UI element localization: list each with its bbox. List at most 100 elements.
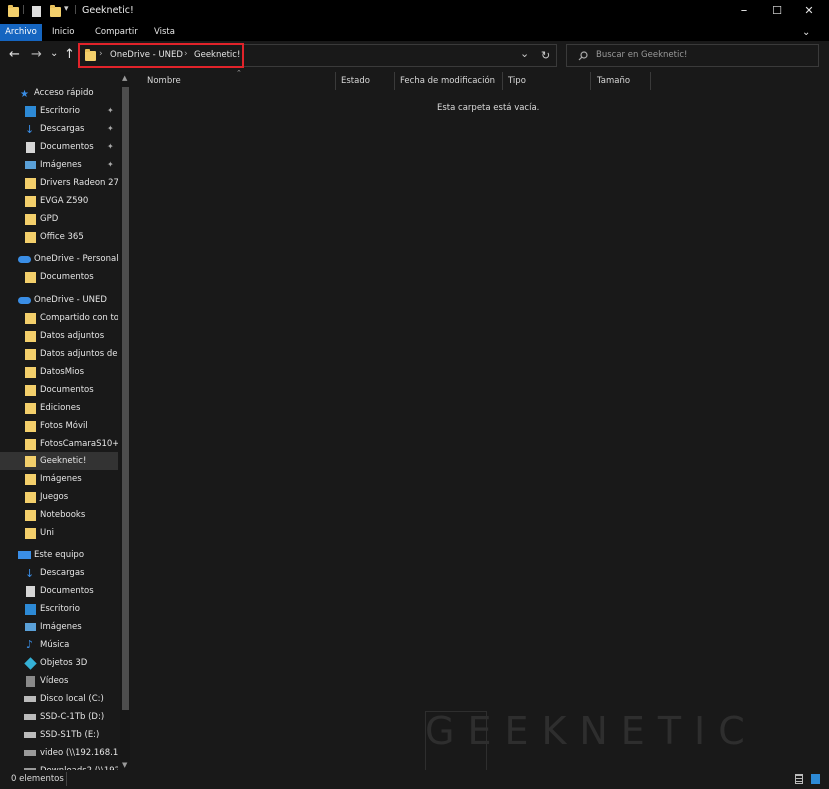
star-icon: ★	[20, 89, 29, 100]
column-separator[interactable]	[650, 72, 651, 90]
sidebar-item-pc-videos[interactable]: Vídeos	[0, 672, 118, 690]
sort-ascending-icon: ⌃	[236, 69, 242, 77]
status-bar	[0, 770, 829, 789]
pin-icon: ✦	[107, 160, 114, 169]
sidebar-item-disco-d[interactable]: SSD-C-1Tb (D:)	[0, 708, 118, 726]
folder-icon	[25, 456, 36, 467]
forward-button[interactable]: →	[31, 47, 42, 63]
video-icon	[26, 676, 35, 687]
network-drive-icon	[24, 750, 36, 756]
address-dropdown-icon[interactable]: ⌄	[520, 47, 529, 60]
folder-icon	[25, 331, 36, 342]
tab-compartir[interactable]: Compartir	[95, 24, 138, 41]
sidebar-item-compartido[interactable]: Compartido con tod	[0, 309, 118, 327]
sidebar-item-pc-imagenes[interactable]: Imágenes	[0, 618, 118, 636]
scroll-down-icon[interactable]: ▼	[122, 761, 127, 769]
sidebar-item-datosmios[interactable]: DatosMios	[0, 363, 118, 381]
pin-icon: ✦	[107, 142, 114, 151]
sidebar-item-imagenes[interactable]: Imágenes ✦	[0, 156, 118, 174]
folder-icon	[25, 528, 36, 539]
up-button[interactable]: ↑	[64, 47, 75, 63]
sidebar-item-documentos[interactable]: Documentos ✦	[0, 138, 118, 156]
expand-ribbon-icon[interactable]: ⌄	[802, 24, 810, 41]
tab-archivo[interactable]: Archivo	[0, 24, 42, 41]
sidebar-item-fotos-movil[interactable]: Fotos Móvil	[0, 417, 118, 435]
sidebar-item-disco-e[interactable]: SSD-S1Tb (E:)	[0, 726, 118, 744]
sidebar-item-juegos[interactable]: Juegos	[0, 488, 118, 506]
column-header-fecha[interactable]: Fecha de modificación	[400, 76, 495, 86]
folder-icon	[25, 367, 36, 378]
drive-icon	[24, 732, 36, 738]
refresh-icon[interactable]: ↻	[541, 49, 550, 62]
sidebar-item-fotoscamara[interactable]: FotosCamaraS10+	[0, 435, 118, 453]
folder-icon	[25, 214, 36, 225]
new-folder-icon[interactable]	[50, 5, 61, 17]
sidebar-item-evga[interactable]: EVGA Z590	[0, 192, 118, 210]
address-highlight-box	[78, 43, 244, 68]
column-separator[interactable]	[590, 72, 591, 90]
sidebar-item-datos-adjuntos[interactable]: Datos adjuntos	[0, 327, 118, 345]
column-separator[interactable]	[502, 72, 503, 90]
search-box[interactable]: Buscar en Geeknetic!	[566, 44, 819, 67]
sidebar-item-quick-access[interactable]: ★ Acceso rápido	[0, 84, 118, 102]
sidebar-item-pc-descargas[interactable]: ↓ Descargas	[0, 564, 118, 582]
sidebar-item-pc-escritorio[interactable]: Escritorio	[0, 600, 118, 618]
minimize-button[interactable]: –	[728, 0, 760, 24]
large-icons-view-icon[interactable]	[811, 774, 820, 784]
sidebar-item-escritorio[interactable]: Escritorio ✦	[0, 102, 118, 120]
sidebar-item-documentos-personal[interactable]: Documentos	[0, 268, 118, 286]
sidebar-item-este-equipo[interactable]: Este equipo	[0, 546, 118, 564]
sidebar-item-drivers-radeon[interactable]: Drivers Radeon 27	[0, 174, 118, 192]
sidebar-item-documentos-uned[interactable]: Documentos	[0, 381, 118, 399]
back-button[interactable]: ←	[9, 47, 20, 63]
sidebar-item-notebooks[interactable]: Notebooks	[0, 506, 118, 524]
tab-vista[interactable]: Vista	[154, 24, 175, 41]
folder-icon	[25, 474, 36, 485]
recent-locations-button[interactable]: ⌄	[50, 46, 58, 62]
column-header-tipo[interactable]: Tipo	[508, 76, 526, 86]
sidebar-item-network-video[interactable]: video (\\192.168.1.25	[0, 744, 118, 762]
column-header-tamano[interactable]: Tamaño	[597, 76, 630, 86]
ribbon: Archivo Inicio Compartir Vista ⌄	[0, 24, 829, 41]
sidebar-item-geeknetic[interactable]: Geeknetic!	[0, 452, 118, 470]
folder-icon	[25, 421, 36, 432]
desktop-icon	[25, 106, 36, 117]
sidebar-item-imagenes-uned[interactable]: Imágenes	[0, 470, 118, 488]
sidebar-item-uni[interactable]: Uni	[0, 524, 118, 542]
column-separator[interactable]	[394, 72, 395, 90]
sidebar-item-pc-musica[interactable]: ♪ Música	[0, 636, 118, 654]
sidebar-item-gpd[interactable]: GPD	[0, 210, 118, 228]
quick-access-dropdown-icon[interactable]: ▾	[64, 4, 69, 14]
sidebar-item-descargas[interactable]: ↓ Descargas ✦	[0, 120, 118, 138]
column-separator[interactable]	[335, 72, 336, 90]
folder-icon	[25, 196, 36, 207]
drive-icon	[24, 714, 36, 720]
column-header-estado[interactable]: Estado	[341, 76, 370, 86]
close-button[interactable]: ✕	[793, 0, 825, 24]
tab-inicio[interactable]: Inicio	[52, 24, 75, 41]
sidebar-item-onedrive-personal[interactable]: OneDrive - Personal	[0, 250, 118, 268]
search-input[interactable]: Buscar en Geeknetic!	[596, 50, 687, 60]
sidebar-item-datos-adjuntos-de[interactable]: Datos adjuntos de co	[0, 345, 118, 363]
scroll-up-icon[interactable]: ▲	[122, 74, 127, 82]
maximize-button[interactable]: ☐	[761, 0, 793, 24]
document-icon	[26, 586, 35, 597]
sidebar-item-disco-c[interactable]: Disco local (C:)	[0, 690, 118, 708]
sidebar-scroll-thumb[interactable]	[122, 87, 129, 710]
sidebar-item-pc-objetos3d[interactable]: Objetos 3D	[0, 654, 118, 672]
details-view-icon[interactable]	[795, 774, 803, 784]
sidebar-item-office365[interactable]: Office 365	[0, 228, 118, 246]
folder-icon	[25, 492, 36, 503]
folder-icon	[25, 349, 36, 360]
folder-icon	[25, 272, 36, 283]
sidebar-item-onedrive-uned[interactable]: OneDrive - UNED	[0, 291, 118, 309]
sidebar-item-ediciones[interactable]: Ediciones	[0, 399, 118, 417]
separator: |	[22, 5, 26, 15]
window-title: Geeknetic!	[82, 5, 134, 16]
music-icon: ♪	[26, 638, 34, 651]
sidebar-item-pc-documentos[interactable]: Documentos	[0, 582, 118, 600]
status-separator	[66, 772, 67, 786]
empty-folder-message: Esta carpeta está vacía.	[437, 103, 540, 113]
column-header-nombre[interactable]: Nombre	[147, 76, 181, 86]
properties-icon[interactable]	[32, 6, 41, 17]
